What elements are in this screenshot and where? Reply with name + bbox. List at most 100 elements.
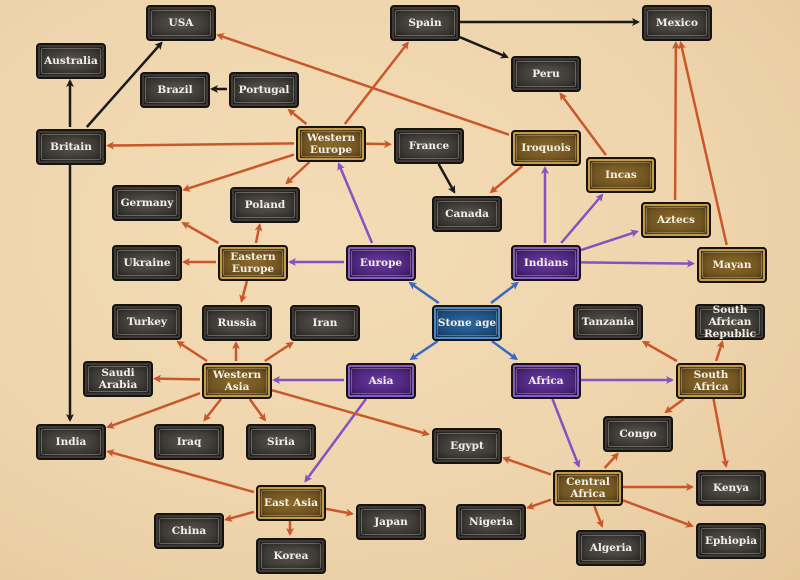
node-algeria[interactable]: Algeria [576,530,646,566]
node-iran[interactable]: Iran [290,305,360,341]
arrow-iroquois-to-canada [489,165,524,194]
node-label: Egypt [450,440,484,452]
arrow-eastern-europe-to-germany [181,221,220,245]
node-label: Eastern Europe [230,251,276,275]
arrow-western-europe-to-portugal [287,108,308,125]
arrow-east-asia-to-china [224,510,255,522]
arrow-africa-to-central-africa [551,398,581,468]
node-canada[interactable]: Canada [432,196,502,232]
node-label: Korea [273,550,309,562]
node-central-africa[interactable]: Central Africa [553,470,623,506]
node-label: China [171,525,207,537]
node-asia[interactable]: Asia [346,363,416,399]
arrow-stone-age-to-indians [490,281,519,304]
node-europe[interactable]: Europe [346,245,416,281]
node-siria[interactable]: Siria [246,424,316,460]
node-aztecs[interactable]: Aztecs [641,202,711,238]
arrow-stone-age-to-asia [409,339,439,361]
arrow-indians-to-incas [560,193,604,244]
node-ukraine[interactable]: Ukraine [112,245,182,281]
arrow-central-africa-to-nigeria [526,498,552,510]
arrow-western-europe-to-britain [106,141,295,150]
node-label: Western Europe [306,132,356,156]
node-eastern-europe[interactable]: Eastern Europe [218,245,288,281]
node-label: Canada [445,208,489,220]
node-germany[interactable]: Germany [112,185,182,221]
node-east-asia[interactable]: East Asia [256,485,326,521]
node-africa[interactable]: Africa [511,363,581,399]
node-label: France [408,140,450,152]
node-indians[interactable]: Indians [511,245,581,281]
node-south-african-republic[interactable]: South African Republic [695,304,765,340]
node-label: Poland [244,199,286,211]
arrow-western-asia-to-iran [264,341,294,363]
arrow-central-africa-to-algeria [593,505,604,528]
arrow-france-to-canada [437,163,456,194]
node-saudi-arabia[interactable]: Saudi Arabia [83,361,153,397]
node-label: Congo [619,428,657,440]
node-kenya[interactable]: Kenya [696,470,766,506]
node-egypt[interactable]: Egypt [432,428,502,464]
node-incas[interactable]: Incas [586,157,656,193]
node-western-asia[interactable]: Western Asia [202,363,272,399]
node-turkey[interactable]: Turkey [112,304,182,340]
node-nigeria[interactable]: Nigeria [456,504,526,540]
node-label: Stone age [437,317,497,329]
node-ephiopia[interactable]: Ephiopia [696,523,766,559]
node-britain[interactable]: Britain [36,129,106,165]
node-brazil[interactable]: Brazil [140,72,210,108]
node-label: South Africa [693,369,729,393]
node-label: Kenya [712,482,750,494]
node-label: Brazil [157,84,193,96]
node-mayan[interactable]: Mayan [697,247,767,283]
node-label: Siria [267,436,295,448]
node-poland[interactable]: Poland [230,187,300,223]
arrow-indians-to-aztecs [580,229,639,252]
arrow-south-africa-to-kenya [712,398,729,468]
arrow-western-asia-to-siria [248,398,267,422]
node-label: Spain [408,17,442,29]
arrow-indians-to-mayan [580,259,695,268]
arrow-central-africa-to-congo [603,452,619,469]
node-label: South African Republic [703,304,757,340]
node-label: Britain [50,141,92,153]
node-tanzania[interactable]: Tanzania [573,304,643,340]
arrow-europe-to-western-europe [337,162,374,244]
node-iraq[interactable]: Iraq [154,424,224,460]
arrow-stone-age-to-europe [408,281,440,305]
arrow-western-asia-to-turkey [176,340,208,363]
node-usa[interactable]: USA [146,5,216,41]
node-china[interactable]: China [154,513,224,549]
arrow-eastern-europe-to-russia [239,280,249,303]
node-korea[interactable]: Korea [256,538,326,574]
node-russia[interactable]: Russia [202,305,272,341]
node-south-africa[interactable]: South Africa [676,363,746,399]
node-label: Indians [523,257,569,269]
node-congo[interactable]: Congo [603,416,673,452]
arrow-central-africa-to-ephiopia [622,499,694,528]
node-label: Nigeria [469,516,513,528]
node-label: Western Asia [212,369,262,393]
node-stone-age[interactable]: Stone age [432,305,502,341]
node-france[interactable]: France [394,128,464,164]
node-iroquois[interactable]: Iroquois [511,130,581,166]
node-label: Incas [605,169,637,181]
node-spain[interactable]: Spain [390,5,460,41]
node-peru[interactable]: Peru [511,56,581,92]
node-japan[interactable]: Japan [356,504,426,540]
node-portugal[interactable]: Portugal [229,72,299,108]
node-australia[interactable]: Australia [36,43,106,79]
arrow-western-asia-to-saudi-arabia [153,374,201,383]
arrow-south-africa-to-south-african-republic [714,340,725,362]
node-mexico[interactable]: Mexico [642,5,712,41]
node-label: Portugal [238,84,290,96]
node-label: Peru [532,68,560,80]
node-label: Turkey [126,316,168,328]
arrow-east-asia-to-japan [325,507,354,517]
node-label: Algeria [589,542,633,554]
node-label: Europe [359,257,403,269]
node-western-europe[interactable]: Western Europe [296,126,366,162]
arrow-western-asia-to-india [106,392,201,429]
node-label: Mayan [712,259,752,271]
node-india[interactable]: India [36,424,106,460]
